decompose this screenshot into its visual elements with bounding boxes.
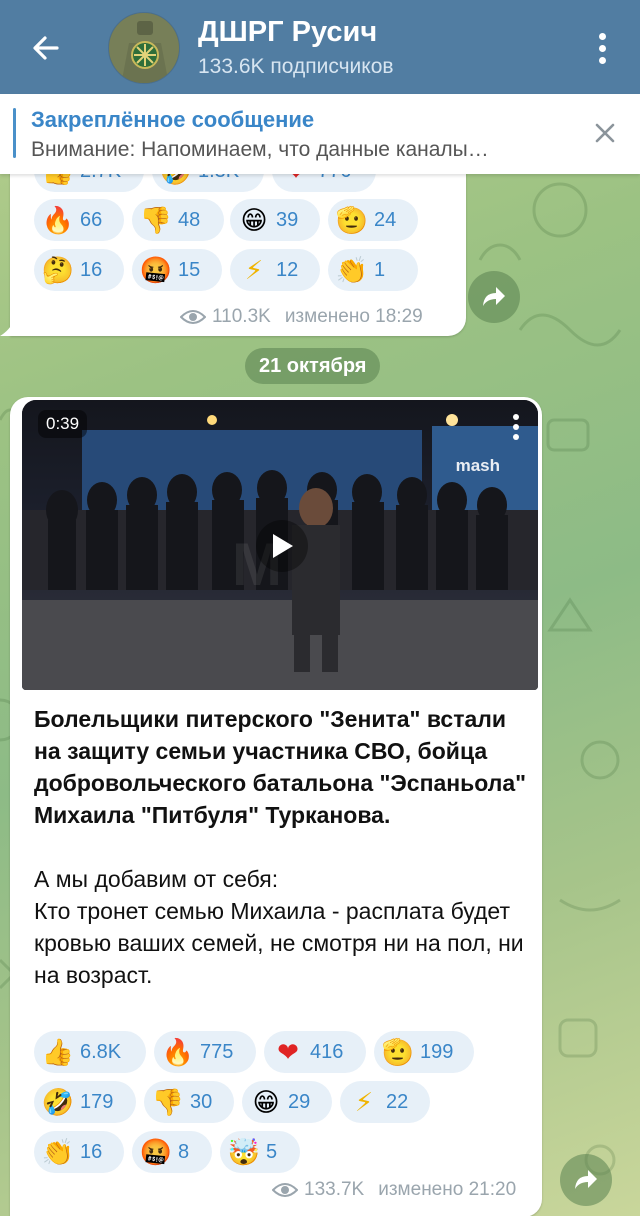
reaction-chip[interactable]: 👏 16 [34,1131,124,1173]
reaction-count: 39 [276,208,299,231]
pinned-text: Внимание: Напоминаем, что данные каналы… [31,138,489,161]
pinned-indicator [13,108,16,158]
reaction-chip[interactable]: 👍 6.8K [34,1031,146,1073]
video-watermark: mash [455,456,500,475]
channel-header: ДШРГ Русич 133.6K подписчиков [0,0,640,94]
reaction-chip[interactable]: 🤬 15 [132,249,222,291]
reaction-count: 416 [310,1040,344,1063]
pinned-title: Закреплённое сообщение [31,107,315,132]
reaction-count: 29 [288,1090,311,1113]
eye-icon [180,310,206,324]
reaction-emoji: 😁 [240,205,268,235]
video-player[interactable]: M 0:39 mash [22,400,538,690]
reaction-count: 8 [178,1140,190,1163]
reaction-chip[interactable]: 🫡 199 [374,1031,474,1073]
share-arrow-icon [483,287,505,306]
more-vertical-icon [513,414,519,420]
reaction-count: 1 [374,258,386,281]
reaction-chip[interactable]: 🔥 66 [34,199,124,241]
reaction-emoji: ⚡ [354,1087,374,1117]
channel-title[interactable]: ДШРГ Русич [198,16,377,49]
reaction-chip[interactable]: 😁 29 [242,1081,332,1123]
reaction-chip[interactable]: 👎 30 [144,1081,234,1123]
reaction-count: 48 [178,208,201,231]
message-bubble[interactable]: 👍 2.7K 🤣 1.3K ❤ 776 🔥 66 👎 48 😁 39 🫡 24 … [10,150,466,336]
reaction-count: 16 [80,1140,103,1163]
reaction-chip[interactable]: 🤔 16 [34,249,124,291]
reaction-chip[interactable]: 🤬 8 [132,1131,212,1173]
reaction-emoji: 🤯 [227,1137,261,1167]
back-button[interactable] [22,26,70,70]
eye-icon [272,1183,298,1197]
reaction-emoji: 🫡 [381,1037,415,1067]
message-text-line: А мы добавим от себя: [34,866,279,892]
view-count: 110.3K [212,306,271,327]
close-icon [595,123,615,143]
reaction-chip[interactable]: 👎 48 [132,199,224,241]
reaction-count: 775 [200,1040,234,1063]
reaction-emoji: 🔥 [161,1037,195,1067]
date-separator: 21 октября [245,348,381,384]
more-menu-button[interactable] [582,28,622,68]
reaction-emoji: 😁 [252,1087,280,1117]
reaction-emoji: 🤣 [41,1087,75,1117]
reaction-emoji: 👏 [335,255,369,285]
reaction-emoji: 🤬 [139,1137,173,1167]
reaction-chip[interactable]: 🤯 5 [220,1131,300,1173]
share-arrow-icon [575,1170,597,1189]
reaction-chip[interactable]: 🤣 179 [34,1081,136,1123]
share-button[interactable] [468,271,520,323]
reaction-count: 5 [266,1140,278,1163]
view-count: 133.7K [304,1179,365,1200]
reaction-count: 16 [80,258,103,281]
reaction-emoji: 👍 [41,1037,75,1067]
reaction-emoji: 🤬 [139,255,173,285]
reaction-count: 199 [420,1040,454,1063]
reaction-emoji: ⚡ [244,255,264,285]
reaction-emoji: 👏 [41,1137,75,1167]
reaction-count: 24 [374,208,397,231]
reaction-emoji: ❤ [277,1037,299,1067]
play-button[interactable] [256,520,308,572]
video-duration: 0:39 [38,410,88,438]
message-text-bold: Болельщики питерского "Зенита" встали на… [34,706,527,828]
edited-time: изменено 21:20 [378,1179,517,1200]
channel-avatar[interactable] [108,12,180,84]
pinned-close-button[interactable] [590,118,620,148]
reaction-count: 30 [190,1090,213,1113]
video-more-button[interactable] [506,414,526,444]
reaction-chip[interactable]: 👏 1 [328,249,418,291]
message-meta: 133.7K изменено 21:20 [272,1179,516,1201]
reaction-count: 12 [276,258,299,281]
reaction-chip[interactable]: 😁 39 [230,199,320,241]
reaction-emoji: 🤔 [41,255,75,285]
reaction-chip[interactable]: 🔥 775 [154,1031,256,1073]
message-text-line: Кто тронет семью Михаила - расплата буде… [34,898,524,988]
reaction-chip[interactable]: ⚡ 22 [340,1081,430,1123]
reaction-chip[interactable]: 🫡 24 [328,199,418,241]
message-meta: 110.3K изменено 18:29 [180,306,423,328]
bubble-tail [0,320,14,336]
reaction-emoji: 🫡 [335,205,369,235]
more-vertical-icon [598,32,606,40]
reaction-count: 22 [386,1090,409,1113]
message-bubble[interactable]: M 0:39 mash Болельщики питерского "Зенит… [10,397,542,1216]
reaction-emoji: 👎 [151,1087,185,1117]
reaction-chip[interactable]: ⚡ 12 [230,249,320,291]
reaction-count: 179 [80,1090,114,1113]
share-button[interactable] [560,1154,612,1206]
reaction-chip[interactable]: ❤ 416 [264,1031,366,1073]
reaction-count: 6.8K [80,1040,122,1063]
channel-logo-icon [109,13,179,83]
subscriber-count: 133.6K подписчиков [198,55,394,78]
pinned-message-bar[interactable]: Закреплённое сообщение Внимание: Напомин… [0,94,640,174]
edited-time: изменено 18:29 [284,306,423,327]
message-text: Болельщики питерского "Зенита" встали на… [34,703,529,991]
arrow-left-icon [33,36,59,60]
play-icon [273,534,293,558]
reaction-emoji: 👎 [139,205,173,235]
reaction-count: 66 [80,208,103,231]
reaction-emoji: 🔥 [41,205,75,235]
reaction-count: 15 [178,258,201,281]
